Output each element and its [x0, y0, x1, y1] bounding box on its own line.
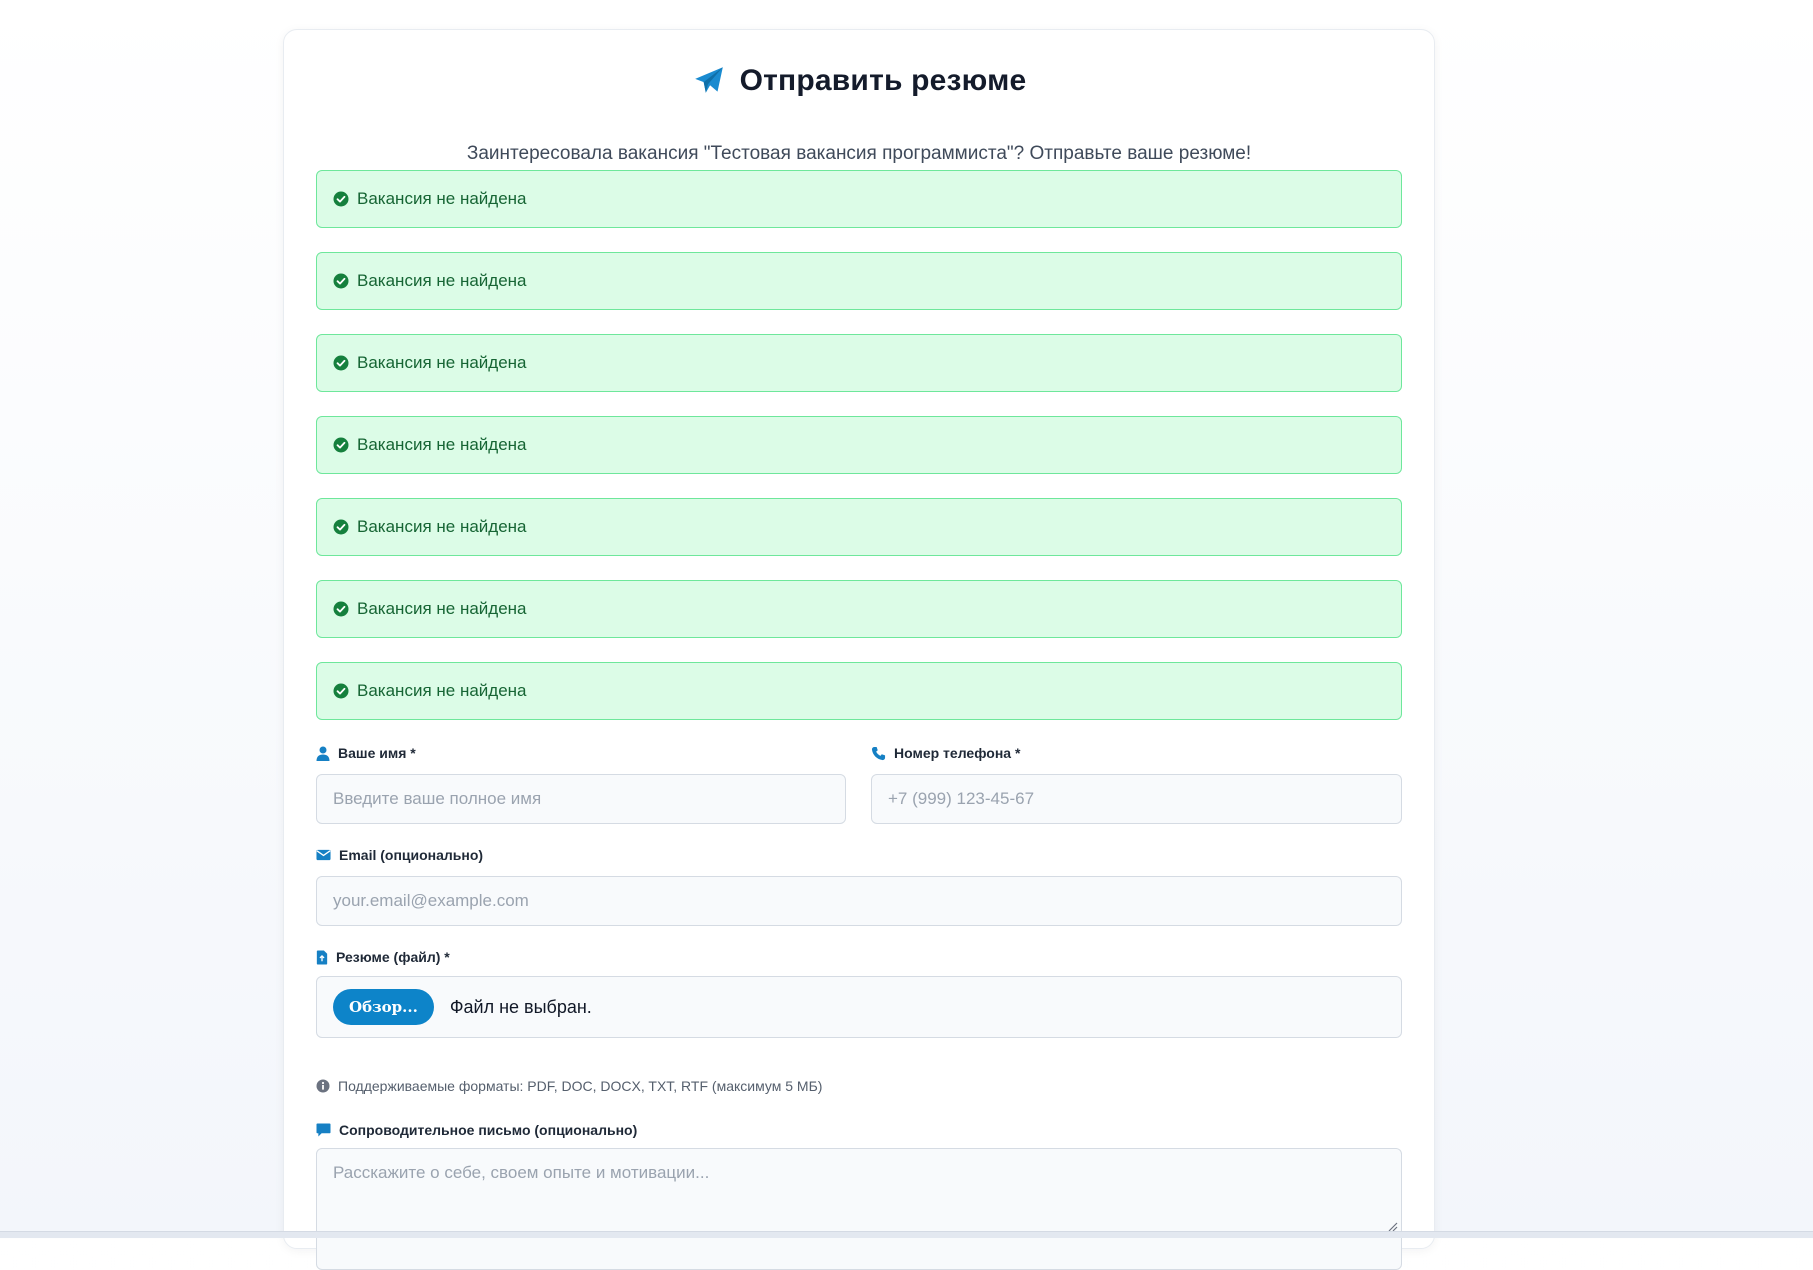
alert-text: Вакансия не найдена [357, 517, 527, 536]
page-subtitle: Заинтересовала вакансия "Тестовая ваканс… [466, 143, 1252, 164]
user-icon [316, 746, 330, 761]
cover-letter-label: Сопроводительное письмо (опционально) [316, 1122, 637, 1138]
check-circle-icon [333, 437, 349, 453]
name-input[interactable] [316, 774, 846, 824]
alert-success: Вакансия не найдена [316, 662, 1402, 720]
alert-success: Вакансия не найдена [316, 170, 1402, 228]
phone-label: Номер телефона * [871, 745, 1020, 761]
name-label: Ваше имя * [316, 745, 416, 761]
resume-form-card: Отправить резюме Заинтересовала вакансия… [283, 29, 1435, 1270]
comment-icon [316, 1123, 331, 1137]
check-circle-icon [333, 519, 349, 535]
envelope-icon [316, 849, 331, 861]
resume-file-input[interactable]: Обзор... Файл не выбран. [316, 976, 1402, 1038]
email-label: Email (опционально) [316, 847, 483, 863]
cover-letter-textarea[interactable] [316, 1148, 1402, 1270]
file-status: Файл не выбран. [449, 996, 592, 1017]
bottom-edge [0, 1231, 1813, 1238]
check-circle-icon [333, 191, 349, 207]
resume-label: Резюме (файл) * [316, 949, 450, 965]
paper-plane-icon [694, 67, 723, 93]
alert-text: Вакансия не найдена [357, 271, 527, 290]
phone-input[interactable] [871, 774, 1402, 824]
alert-success: Вакансия не найдена [316, 580, 1402, 638]
check-circle-icon [333, 601, 349, 617]
phone-icon [871, 746, 886, 760]
alert-text: Вакансия не найдена [357, 599, 527, 618]
info-circle-icon [316, 1079, 330, 1093]
alert-success: Вакансия не найдена [316, 498, 1402, 556]
check-circle-icon [333, 273, 349, 289]
file-icon [316, 949, 328, 965]
alerts-list: Вакансия не найдена Вакансия не найдена Ва… [316, 170, 1402, 744]
email-input[interactable] [316, 876, 1402, 926]
alert-text: Вакансия не найдена [357, 189, 527, 208]
check-circle-icon [333, 355, 349, 371]
alert-text: Вакансия не найдена [357, 681, 527, 700]
alert-success: Вакансия не найдена [316, 252, 1402, 310]
cover-letter-wrapper [316, 1148, 1402, 1270]
browse-button[interactable]: Обзор... [333, 989, 434, 1025]
alert-text: Вакансия не найдена [357, 353, 527, 372]
alert-text: Вакансия не найдена [357, 435, 527, 454]
page-title: Отправить резюме [739, 64, 1027, 97]
alert-success: Вакансия не найдена [316, 416, 1402, 474]
alert-success: Вакансия не найдена [316, 334, 1402, 392]
formats-hint: Поддерживаемые форматы: PDF, DOC, DOCX, … [316, 1078, 822, 1094]
check-circle-icon [333, 683, 349, 699]
header: Отправить резюме [284, 64, 1434, 98]
